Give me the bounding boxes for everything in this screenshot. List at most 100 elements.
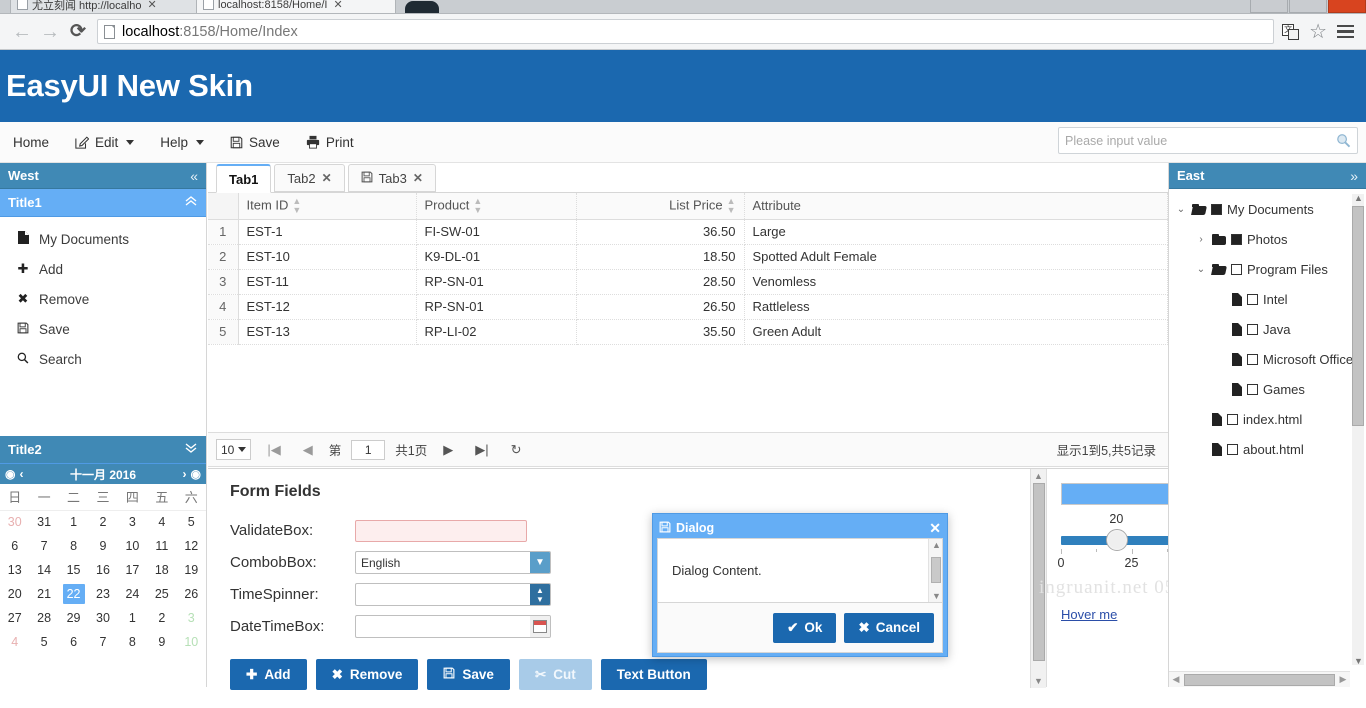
- browser-tab-1[interactable]: 尤立刻闻 http://localho ✕: [10, 0, 205, 14]
- back-arrow-icon[interactable]: ←: [8, 22, 36, 42]
- checkbox[interactable]: [1247, 294, 1258, 305]
- calendar-icon[interactable]: [530, 616, 550, 637]
- calendar-day[interactable]: 16: [88, 558, 117, 582]
- prev-year-icon[interactable]: ◉: [5, 467, 15, 481]
- spinner-up-icon[interactable]: ▲: [536, 586, 544, 595]
- spinner-down-icon[interactable]: ▼: [536, 595, 544, 604]
- calendar-day[interactable]: 8: [59, 534, 88, 558]
- chevron-down-icon[interactable]: ▼: [530, 552, 550, 573]
- calendar-day[interactable]: 31: [29, 510, 58, 534]
- scroll-up-icon[interactable]: ▲: [1354, 193, 1363, 203]
- dialog-ok-button[interactable]: ✔ Ok: [773, 613, 836, 643]
- page-number-input[interactable]: [351, 440, 385, 460]
- sort-icon[interactable]: ▲▼: [727, 197, 736, 215]
- checkbox[interactable]: [1231, 234, 1242, 245]
- calendar-day[interactable]: 8: [118, 630, 147, 654]
- calendar-day[interactable]: 18: [147, 558, 176, 582]
- scrollbar-thumb[interactable]: [1352, 206, 1364, 426]
- calendar-widget[interactable]: ◉ ‹ 十一月 2016 › ◉ 日一二三四五六 303112345678910…: [0, 464, 206, 687]
- scroll-up-icon[interactable]: ▲: [932, 540, 941, 550]
- prev-page-button[interactable]: ◀: [297, 442, 319, 458]
- reload-icon[interactable]: ⟳: [64, 22, 92, 41]
- scroll-down-icon[interactable]: ▼: [932, 591, 941, 601]
- calendar-day[interactable]: 7: [29, 534, 58, 558]
- tree-node[interactable]: Microsoft Office: [1169, 344, 1366, 374]
- tree-node[interactable]: Java: [1169, 314, 1366, 344]
- calendar-day[interactable]: 24: [118, 582, 147, 606]
- page-size-select[interactable]: 10: [216, 439, 251, 460]
- calendar-day[interactable]: 4: [147, 510, 176, 534]
- calendar-day[interactable]: 15: [59, 558, 88, 582]
- chevron-down-icon[interactable]: ⌄: [1195, 264, 1207, 275]
- forward-arrow-icon[interactable]: →: [36, 22, 64, 42]
- search-input[interactable]: [1065, 134, 1336, 148]
- tab-close-icon[interactable]: ✕: [322, 171, 332, 185]
- text-button[interactable]: Text Button: [601, 659, 707, 690]
- calendar-day[interactable]: 14: [29, 558, 58, 582]
- address-bar[interactable]: localhost:8158/Home/Index: [97, 19, 1274, 44]
- tree-horizontal-scrollbar[interactable]: ◀ ▶: [1169, 671, 1350, 687]
- calendar-day[interactable]: 10: [118, 534, 147, 558]
- table-row[interactable]: 5EST-13RP-LI-0235.50Green Adult: [208, 319, 1168, 344]
- calendar-day[interactable]: 4: [0, 630, 29, 654]
- checkbox[interactable]: [1247, 324, 1258, 335]
- menu-item-save[interactable]: Save: [217, 122, 293, 163]
- tree-node[interactable]: ⌄My Documents: [1169, 194, 1366, 224]
- calendar-day[interactable]: 19: [177, 558, 206, 582]
- star-icon[interactable]: ☆: [1309, 19, 1327, 44]
- close-icon[interactable]: ✕: [929, 520, 941, 537]
- datetimebox-input[interactable]: [355, 615, 551, 638]
- calendar-day[interactable]: 11: [147, 534, 176, 558]
- tab-tab1[interactable]: Tab1: [216, 164, 271, 193]
- translate-icon[interactable]: 文: [1282, 24, 1300, 40]
- calendar-day[interactable]: 17: [118, 558, 147, 582]
- scroll-right-icon[interactable]: ▶: [1336, 674, 1350, 685]
- calendar-day[interactable]: 23: [88, 582, 117, 606]
- menu-item-home[interactable]: Home: [0, 122, 62, 163]
- calendar-day[interactable]: 22: [59, 582, 88, 606]
- calendar-day[interactable]: 30: [0, 510, 29, 534]
- combobox-input[interactable]: English ▼: [355, 551, 551, 574]
- add-button[interactable]: ✚ Add: [230, 659, 307, 690]
- tree-node[interactable]: ›Photos: [1169, 224, 1366, 254]
- calendar-day[interactable]: 9: [88, 534, 117, 558]
- calendar-day[interactable]: 12: [177, 534, 206, 558]
- accordion-header-title1[interactable]: Title1: [0, 189, 206, 217]
- table-row[interactable]: 4EST-12RP-SN-0126.50Rattleless: [208, 294, 1168, 319]
- calendar-day[interactable]: 3: [177, 606, 206, 630]
- sidebar-item-save[interactable]: Save: [0, 314, 206, 344]
- sidebar-item-add[interactable]: ✚ Add: [0, 254, 206, 284]
- calendar-day[interactable]: 26: [177, 582, 206, 606]
- new-tab-button[interactable]: [405, 1, 439, 14]
- table-row[interactable]: 2EST-10K9-DL-0118.50Spotted Adult Female: [208, 244, 1168, 269]
- calendar-day[interactable]: 1: [59, 510, 88, 534]
- calendar-day[interactable]: 3: [118, 510, 147, 534]
- scrollbar-thumb[interactable]: [1184, 674, 1335, 686]
- calendar-day[interactable]: 5: [177, 510, 206, 534]
- next-month-icon[interactable]: ›: [183, 467, 187, 481]
- calendar-day[interactable]: 6: [59, 630, 88, 654]
- search-box[interactable]: [1058, 127, 1358, 154]
- tab-tab2[interactable]: Tab2 ✕: [274, 164, 344, 192]
- chevron-down-icon[interactable]: ⌄: [1175, 204, 1187, 215]
- calendar-day[interactable]: 6: [0, 534, 29, 558]
- tree-vertical-scrollbar[interactable]: ▲ ▼: [1352, 194, 1364, 665]
- minimize-button[interactable]: [1250, 0, 1288, 13]
- first-page-button[interactable]: |◀: [261, 442, 286, 458]
- tab-close-icon[interactable]: ✕: [413, 171, 423, 185]
- scroll-left-icon[interactable]: ◀: [1169, 674, 1183, 685]
- browser-tab-close-icon[interactable]: ✕: [333, 0, 342, 11]
- menu-item-help[interactable]: Help: [147, 122, 217, 163]
- tree-node[interactable]: about.html: [1169, 434, 1366, 464]
- calendar-day[interactable]: 2: [88, 510, 117, 534]
- close-window-button[interactable]: [1328, 0, 1366, 13]
- menu-item-edit[interactable]: Edit: [62, 122, 147, 163]
- checkbox[interactable]: [1227, 444, 1238, 455]
- table-row[interactable]: 1EST-1FI-SW-0136.50Large: [208, 219, 1168, 244]
- collapse-east-icon[interactable]: »: [1350, 168, 1358, 184]
- refresh-button[interactable]: ↻: [505, 442, 528, 458]
- tree-node[interactable]: index.html: [1169, 404, 1366, 434]
- calendar-day[interactable]: 7: [88, 630, 117, 654]
- calendar-day[interactable]: 20: [0, 582, 29, 606]
- scrollbar-thumb[interactable]: [1033, 483, 1045, 661]
